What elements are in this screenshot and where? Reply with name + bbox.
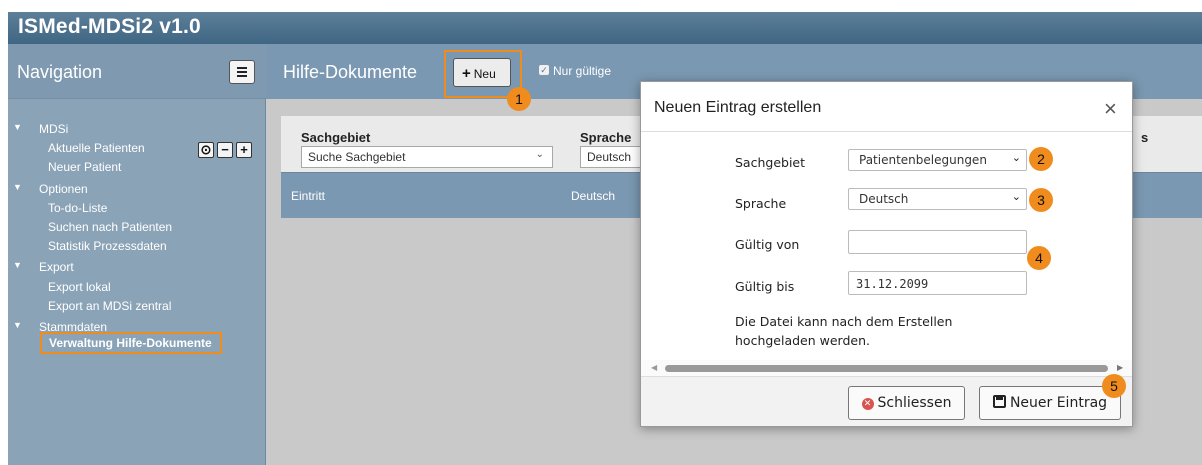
navigation-header: Navigation bbox=[8, 44, 266, 99]
new-button-label: Neu bbox=[473, 67, 496, 81]
upload-note: Die Datei kann nach dem Erstellen hochge… bbox=[735, 312, 985, 350]
gueltig-von-input[interactable] bbox=[848, 230, 1027, 254]
caret-down-icon: ▼ bbox=[13, 260, 22, 270]
navigation-sidebar: Navigation ⊙ − + ▼ MDSi Aktuelle Patient… bbox=[8, 44, 266, 465]
tree-collapse-button[interactable]: − bbox=[217, 142, 233, 158]
menu-toggle-button[interactable] bbox=[229, 60, 255, 84]
callout-badge-4: 4 bbox=[1027, 246, 1051, 270]
caret-down-icon: ▼ bbox=[13, 122, 22, 132]
submit-button-label: Neuer Eintrag bbox=[1009, 395, 1108, 411]
chevron-down-icon: ⌄ bbox=[535, 149, 544, 160]
sidebar-item-suchen-nach-patienten[interactable]: Suchen nach Patienten bbox=[48, 220, 172, 234]
dialog-header: Neuen Eintrag erstellen × bbox=[641, 82, 1132, 132]
valid-only-label: Nur gültige bbox=[553, 64, 612, 78]
sidebar-item-export-lokal[interactable]: Export lokal bbox=[48, 280, 111, 294]
plus-icon: + bbox=[462, 65, 471, 82]
scroll-left-icon[interactable]: ◀ bbox=[651, 363, 657, 372]
navigation-title: Navigation bbox=[17, 62, 103, 82]
close-button[interactable]: ✕ Schliessen bbox=[848, 386, 965, 420]
app-title: ISMed-MDSi2 v1.0 bbox=[18, 15, 201, 38]
tree-reset-button[interactable]: ⊙ bbox=[198, 142, 214, 158]
scroll-right-icon[interactable]: ▶ bbox=[1117, 363, 1123, 372]
new-button[interactable]: + Neu bbox=[453, 58, 511, 87]
gueltig-bis-label: Gültig bis bbox=[735, 279, 795, 294]
gueltig-bis-input[interactable]: 31.12.2099 bbox=[848, 271, 1027, 295]
close-icon[interactable]: × bbox=[1104, 96, 1117, 122]
sidebar-item-todo-liste[interactable]: To-do-Liste bbox=[48, 201, 107, 215]
sidebar-item-aktuelle-patienten[interactable]: Aktuelle Patienten bbox=[48, 141, 145, 155]
scroll-thumb[interactable] bbox=[665, 365, 1108, 372]
gueltig-von-label: Gültig von bbox=[735, 237, 800, 252]
chevron-down-icon: ⌄ bbox=[1011, 151, 1021, 164]
dialog-footer: ✕ Schliessen Neuer Eintrag bbox=[641, 376, 1132, 426]
save-icon bbox=[992, 395, 1006, 408]
upload-note-line2: hochgeladen werden. bbox=[735, 333, 870, 348]
close-button-label: Schliessen bbox=[877, 395, 952, 411]
callout-badge-1: 1 bbox=[507, 87, 531, 111]
cell-sachgebiet: Eintritt bbox=[291, 189, 326, 203]
sprache-value: Deutsch bbox=[859, 192, 909, 206]
sidebar-item-verwaltung-hilfe-dokumente[interactable]: Verwaltung Hilfe-Dokumente bbox=[40, 332, 222, 354]
page-title: Hilfe-Dokumente bbox=[283, 62, 418, 82]
filter-sachgebiet-label: Sachgebiet bbox=[301, 130, 371, 145]
filter-sprache-label: Sprache bbox=[580, 130, 632, 145]
filter-sprache-value: Deutsch bbox=[587, 150, 632, 164]
filter-sachgebiet-select[interactable]: Suche Sachgebiet ⌄ bbox=[301, 146, 553, 168]
app-header: ISMed-MDSi2 v1.0 bbox=[8, 12, 1202, 44]
sidebar-item-neuer-patient[interactable]: Neuer Patient bbox=[48, 160, 121, 174]
callout-badge-2: 2 bbox=[1029, 147, 1053, 171]
sidebar-group-label: Optionen bbox=[39, 182, 88, 196]
horizontal-scrollbar[interactable]: ◀ ▶ bbox=[641, 360, 1132, 376]
caret-down-icon: ▼ bbox=[13, 182, 22, 192]
sachgebiet-value: Patientenbelegungen bbox=[859, 153, 987, 167]
callout-badge-5: 5 bbox=[1102, 374, 1126, 398]
dialog-title: Neuen Eintrag erstellen bbox=[654, 99, 822, 116]
filter-truncated-label: s bbox=[1141, 130, 1149, 145]
new-entry-dialog: Neuen Eintrag erstellen × Sachgebiet Pat… bbox=[640, 81, 1133, 427]
sprache-label: Sprache bbox=[735, 196, 787, 211]
chevron-down-icon: ⌄ bbox=[1011, 190, 1021, 203]
sidebar-group-label: MDSi bbox=[39, 122, 69, 136]
close-circle-icon: ✕ bbox=[861, 398, 874, 410]
tree-expand-button[interactable]: + bbox=[236, 142, 252, 158]
upload-note-line1: Die Datei kann nach dem Erstellen bbox=[735, 314, 953, 329]
sidebar-item-statistik-prozessdaten[interactable]: Statistik Prozessdaten bbox=[48, 239, 167, 253]
cell-sprache: Deutsch bbox=[571, 189, 616, 203]
sprache-select[interactable]: Deutsch ⌄ bbox=[848, 188, 1027, 210]
sidebar-item-export-zentral[interactable]: Export an MDSi zentral bbox=[48, 299, 171, 313]
valid-only-checkbox[interactable]: ✓ bbox=[539, 65, 549, 75]
callout-badge-3: 3 bbox=[1029, 188, 1053, 212]
submit-button[interactable]: Neuer Eintrag bbox=[979, 386, 1121, 420]
sachgebiet-label: Sachgebiet bbox=[735, 155, 806, 170]
caret-down-icon: ▼ bbox=[13, 320, 22, 330]
sidebar-group-label: Export bbox=[39, 260, 74, 274]
filter-sachgebiet-placeholder: Suche Sachgebiet bbox=[308, 150, 406, 164]
sachgebiet-select[interactable]: Patientenbelegungen ⌄ bbox=[848, 149, 1027, 171]
